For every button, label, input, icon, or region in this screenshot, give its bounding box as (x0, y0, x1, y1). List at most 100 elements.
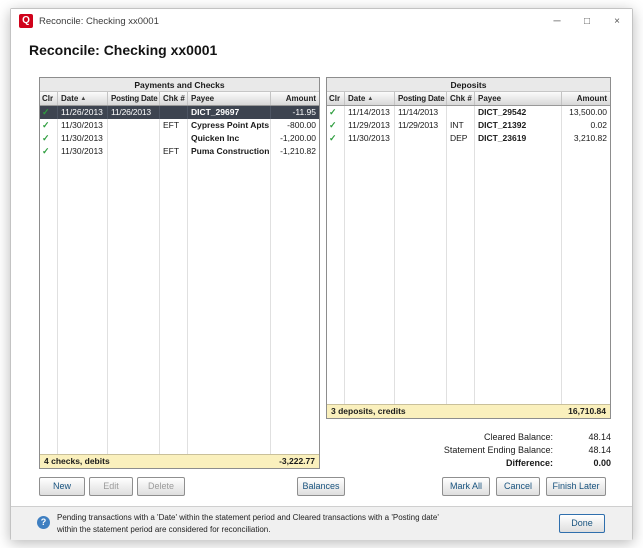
difference-label: Difference: (506, 457, 553, 470)
cleared-cell: ✓ (40, 106, 58, 119)
date-cell: 11/30/2013 (58, 145, 108, 158)
statement-ending-balance-value: 48.14 (553, 444, 611, 457)
quicken-logo-icon: Q (19, 14, 33, 28)
payments-summary-amount: -3,222.77 (279, 455, 315, 468)
col-header-clr[interactable]: Clr (327, 92, 345, 105)
amount-cell: -800.00 (271, 119, 319, 132)
check-icon[interactable]: ✓ (329, 120, 337, 130)
posting-date-cell: 11/14/2013 (395, 106, 447, 119)
col-header-date[interactable]: Date▲ (345, 92, 395, 105)
col-header-posting-date[interactable]: Posting Date (395, 92, 447, 105)
balances-button[interactable]: Balances (297, 477, 345, 496)
sort-asc-icon: ▲ (367, 96, 373, 102)
deposits-header-row: Clr Date▲ Posting Date Chk # Payee Amoun… (327, 92, 610, 106)
posting-date-cell: 11/26/2013 (108, 106, 160, 119)
date-cell: 11/14/2013 (345, 106, 395, 119)
difference-row: Difference: 0.00 (326, 457, 611, 470)
close-icon: × (614, 16, 620, 27)
table-row[interactable]: ✓ 11/30/2013 Quicken Inc -1,200.00 (40, 132, 319, 145)
col-header-payee[interactable]: Payee (188, 92, 271, 105)
finish-later-button[interactable]: Finish Later (546, 477, 606, 496)
col-header-payee[interactable]: Payee (475, 92, 562, 105)
delete-button[interactable]: Delete (137, 477, 185, 496)
table-row[interactable]: ✓ 11/14/2013 11/14/2013 DICT_29542 13,50… (327, 106, 610, 119)
chk-cell (447, 106, 475, 119)
edit-button[interactable]: Edit (89, 477, 133, 496)
payments-and-checks-panel: Payments and Checks Clr Date▲ Posting Da… (39, 77, 320, 469)
statement-ending-balance-row: Statement Ending Balance: 48.14 (326, 444, 611, 457)
col-header-chk[interactable]: Chk # (447, 92, 475, 105)
amount-cell: -1,210.82 (271, 145, 319, 158)
deposits-panel-title: Deposits (327, 78, 610, 92)
empty-cell (58, 158, 108, 454)
amount-cell: 3,210.82 (562, 132, 610, 145)
date-cell: 11/30/2013 (58, 132, 108, 145)
check-icon[interactable]: ✓ (42, 107, 50, 117)
posting-date-cell (108, 119, 160, 132)
table-row[interactable]: ✓ 11/30/2013 EFT Puma Construction -1,21… (40, 145, 319, 158)
cleared-cell: ✓ (327, 119, 345, 132)
deposits-table-body: ✓ 11/14/2013 11/14/2013 DICT_29542 13,50… (327, 106, 610, 404)
payee-cell: DICT_23619 (475, 132, 562, 145)
date-cell: 11/29/2013 (345, 119, 395, 132)
check-icon[interactable]: ✓ (329, 107, 337, 117)
date-cell: 11/30/2013 (58, 119, 108, 132)
table-row[interactable]: ✓ 11/30/2013 DEP DICT_23619 3,210.82 (327, 132, 610, 145)
payments-summary-bar: 4 checks, debits -3,222.77 (40, 454, 319, 468)
posting-date-cell (108, 145, 160, 158)
check-icon[interactable]: ✓ (42, 133, 50, 143)
payments-summary-label: 4 checks, debits (44, 455, 110, 468)
empty-cell (475, 145, 562, 404)
col-header-amount[interactable]: Amount (271, 92, 319, 105)
cleared-cell: ✓ (327, 132, 345, 145)
cleared-cell: ✓ (40, 132, 58, 145)
payments-table-body: ✓ 11/26/2013 11/26/2013 DICT_29697 -11.9… (40, 106, 319, 454)
titlebar: Q Reconcile: Checking xx0001 ─ □ × (11, 9, 632, 33)
minimize-button[interactable]: ─ (542, 9, 572, 33)
posting-date-cell: 11/29/2013 (395, 119, 447, 132)
table-row[interactable]: ✓ 11/26/2013 11/26/2013 DICT_29697 -11.9… (40, 106, 319, 119)
amount-cell: -1,200.00 (271, 132, 319, 145)
col-header-posting-date[interactable]: Posting Date (108, 92, 160, 105)
col-header-date[interactable]: Date▲ (58, 92, 108, 105)
table-row[interactable]: ✓ 11/30/2013 EFT Cypress Point Apts -800… (40, 119, 319, 132)
table-row[interactable]: ✓ 11/29/2013 11/29/2013 INT DICT_21392 0… (327, 119, 610, 132)
payments-panel-title: Payments and Checks (40, 78, 319, 92)
posting-date-cell (395, 132, 447, 145)
amount-cell: -11.95 (271, 106, 319, 119)
sort-asc-icon: ▲ (80, 96, 86, 102)
payee-cell: Puma Construction (188, 145, 271, 158)
col-header-clr[interactable]: Clr (40, 92, 58, 105)
new-button[interactable]: New (39, 477, 85, 496)
page-title: Reconcile: Checking xx0001 (29, 42, 217, 58)
cancel-button[interactable]: Cancel (496, 477, 540, 496)
empty-cell (108, 158, 160, 454)
reconcile-window: Q Reconcile: Checking xx0001 ─ □ × Recon… (10, 8, 633, 540)
empty-cell (447, 145, 475, 404)
check-icon[interactable]: ✓ (42, 146, 50, 156)
cleared-balance-label: Cleared Balance: (484, 431, 553, 444)
col-header-amount[interactable]: Amount (562, 92, 610, 105)
empty-table-area (327, 145, 610, 404)
amount-cell: 13,500.00 (562, 106, 610, 119)
check-icon[interactable]: ✓ (42, 120, 50, 130)
help-icon[interactable]: ? (37, 516, 50, 529)
check-icon[interactable]: ✓ (329, 133, 337, 143)
payee-cell: DICT_29697 (188, 106, 271, 119)
date-cell: 11/30/2013 (345, 132, 395, 145)
empty-cell (40, 158, 58, 454)
chk-cell (160, 106, 188, 119)
footer-bar: ? Pending transactions with a 'Date' wit… (11, 506, 632, 540)
empty-cell (562, 145, 610, 404)
col-header-date-label: Date (348, 94, 365, 103)
maximize-button[interactable]: □ (572, 9, 602, 33)
done-button[interactable]: Done (559, 514, 605, 533)
mark-all-button[interactable]: Mark All (442, 477, 490, 496)
col-header-chk[interactable]: Chk # (160, 92, 188, 105)
payments-header-row: Clr Date▲ Posting Date Chk # Payee Amoun… (40, 92, 319, 106)
close-button[interactable]: × (602, 9, 632, 33)
footer-help-text: Pending transactions with a 'Date' withi… (57, 512, 439, 535)
payee-cell: DICT_21392 (475, 119, 562, 132)
empty-cell (345, 145, 395, 404)
empty-cell (188, 158, 271, 454)
